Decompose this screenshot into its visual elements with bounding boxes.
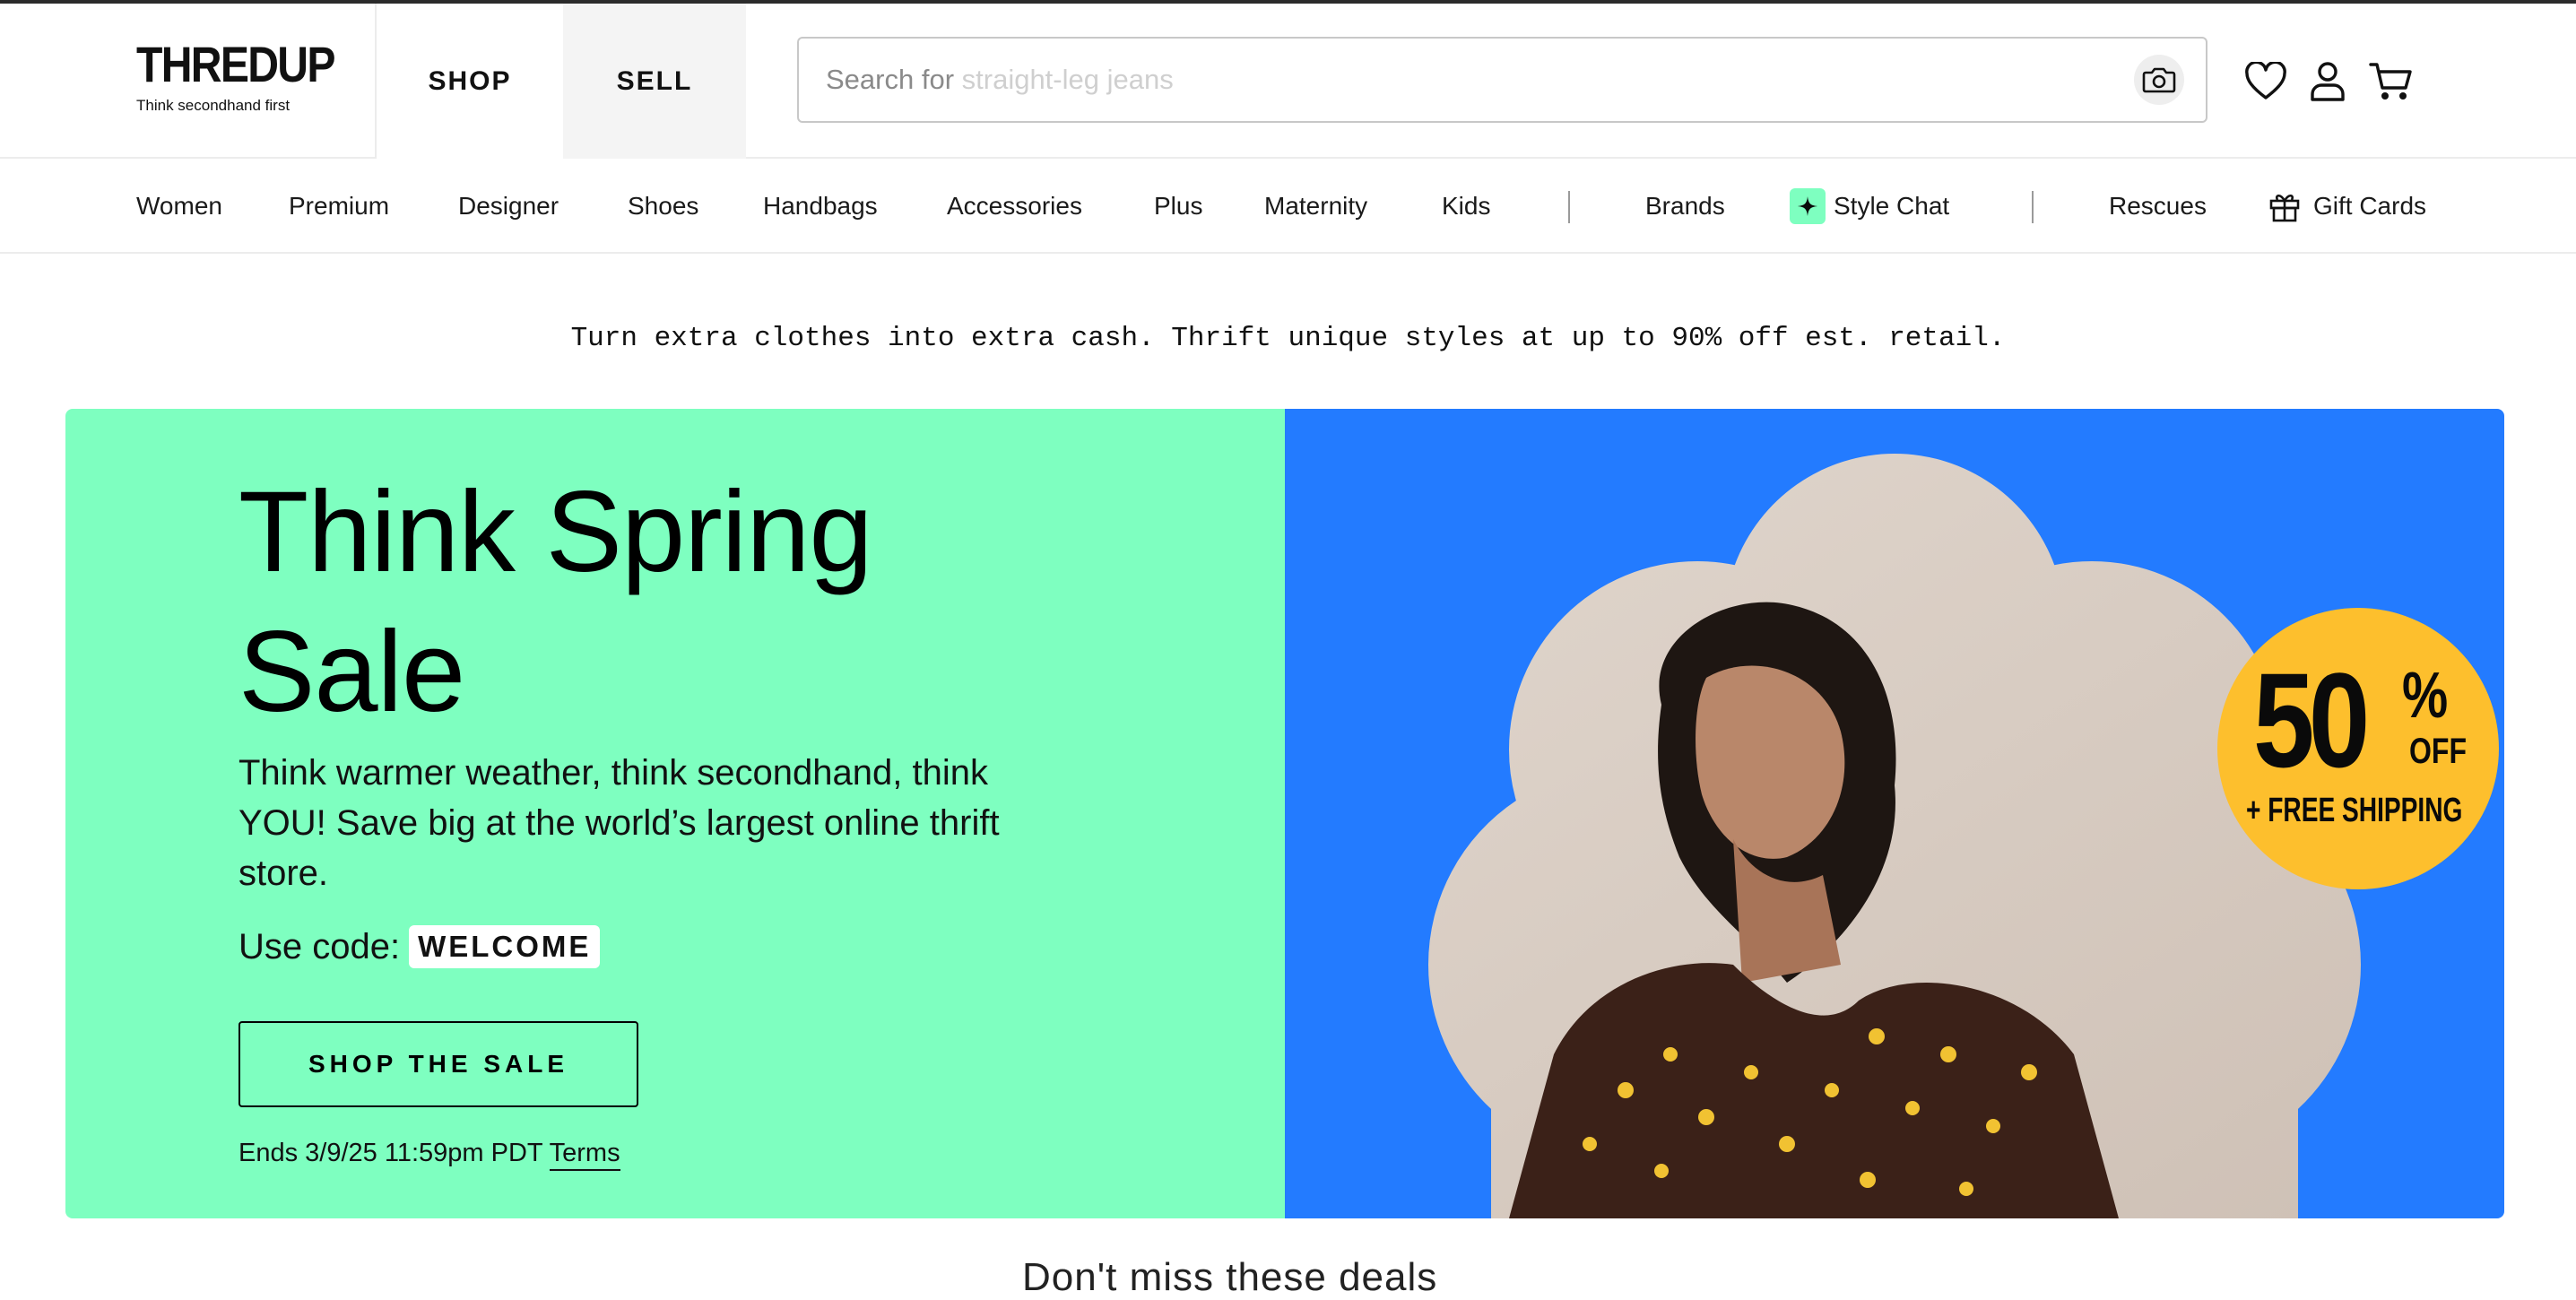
- site-header: THREDUP Think secondhand first SHOP SELL…: [0, 4, 2576, 159]
- nav-plus[interactable]: Plus: [1154, 159, 1202, 254]
- nav-accessories[interactable]: Accessories: [947, 159, 1082, 254]
- search-placeholder: Search for straight-leg jeans: [826, 39, 1174, 121]
- cart-button[interactable]: [2367, 57, 2416, 106]
- nav-handbags[interactable]: Handbags: [763, 159, 878, 254]
- thredup-logo[interactable]: THREDUP Think secondhand first: [136, 39, 369, 126]
- camera-icon: [2142, 67, 2176, 93]
- heart-icon: [2245, 62, 2286, 100]
- promo-code-line: Use code: WELCOME: [239, 922, 601, 972]
- nav-brands[interactable]: Brands: [1645, 159, 1725, 254]
- search-prefix: Search for: [826, 64, 955, 95]
- promo-tagline: Turn extra clothes into extra cash. Thri…: [570, 323, 2006, 354]
- visual-search-button[interactable]: [2134, 55, 2184, 105]
- logo-wordmark: THREDUP: [136, 36, 335, 92]
- nav-divider: [1568, 191, 1570, 223]
- gift-icon: [2268, 191, 2301, 223]
- nav-rescues[interactable]: Rescues: [2109, 159, 2207, 254]
- hero-title-line1: Think Spring: [239, 468, 873, 596]
- discount-badge: 50 % OFF + FREE SHIPPING: [2217, 608, 2499, 889]
- shop-the-sale-button[interactable]: SHOP THE SALE: [239, 1021, 638, 1107]
- hero-image-panel: 50 % OFF + FREE SHIPPING: [1285, 409, 2504, 1218]
- sale-end-date: Ends 3/9/25 11:59pm PDT: [239, 1139, 543, 1167]
- badge-percent: 50: [2253, 645, 2370, 795]
- sale-end-line: Ends 3/9/25 11:59pm PDT Terms: [239, 1135, 620, 1171]
- section-heading: Don't miss these deals: [1022, 1255, 1438, 1299]
- search-input[interactable]: Search for straight-leg jeans: [797, 37, 2207, 123]
- cart-icon: [2369, 63, 2412, 100]
- account-button[interactable]: [2303, 57, 2352, 106]
- nav-premium[interactable]: Premium: [289, 159, 389, 254]
- nav-style-chat[interactable]: Style Chat: [1834, 159, 1949, 254]
- badge-percent-sign: %: [2402, 660, 2449, 732]
- category-nav: Women Premium Designer Shoes Handbags Ac…: [0, 159, 2576, 254]
- hero-banner[interactable]: Think Spring Sale Think warmer weather, …: [65, 409, 2504, 1218]
- nav-kids[interactable]: Kids: [1442, 159, 1490, 254]
- sparkle-icon: [1790, 188, 1826, 224]
- hero-title: Think Spring Sale: [239, 463, 1135, 742]
- terms-link[interactable]: Terms: [549, 1139, 620, 1171]
- tab-shop[interactable]: SHOP: [375, 4, 563, 159]
- hero-description: Think warmer weather, think secondhand, …: [239, 753, 1000, 893]
- badge-off: OFF: [2409, 732, 2467, 771]
- hero-title-line2: Sale: [239, 608, 465, 736]
- nav-divider: [2032, 191, 2034, 223]
- favorites-button[interactable]: [2242, 57, 2290, 106]
- nav-gift-cards[interactable]: Gift Cards: [2313, 159, 2426, 254]
- logo-tagline: Think secondhand first: [136, 97, 291, 114]
- promo-code-label: Use code:: [239, 927, 401, 966]
- promo-code: WELCOME: [409, 925, 601, 968]
- nav-women[interactable]: Women: [136, 159, 222, 254]
- search-hint: straight-leg jeans: [961, 64, 1174, 95]
- hero-text-panel: Think Spring Sale Think warmer weather, …: [65, 409, 1285, 1218]
- nav-maternity[interactable]: Maternity: [1264, 159, 1367, 254]
- tab-sell[interactable]: SELL: [563, 4, 746, 159]
- nav-designer[interactable]: Designer: [458, 159, 559, 254]
- nav-shoes[interactable]: Shoes: [628, 159, 698, 254]
- user-icon: [2311, 62, 2345, 101]
- badge-free-shipping: + FREE SHIPPING: [2246, 792, 2463, 829]
